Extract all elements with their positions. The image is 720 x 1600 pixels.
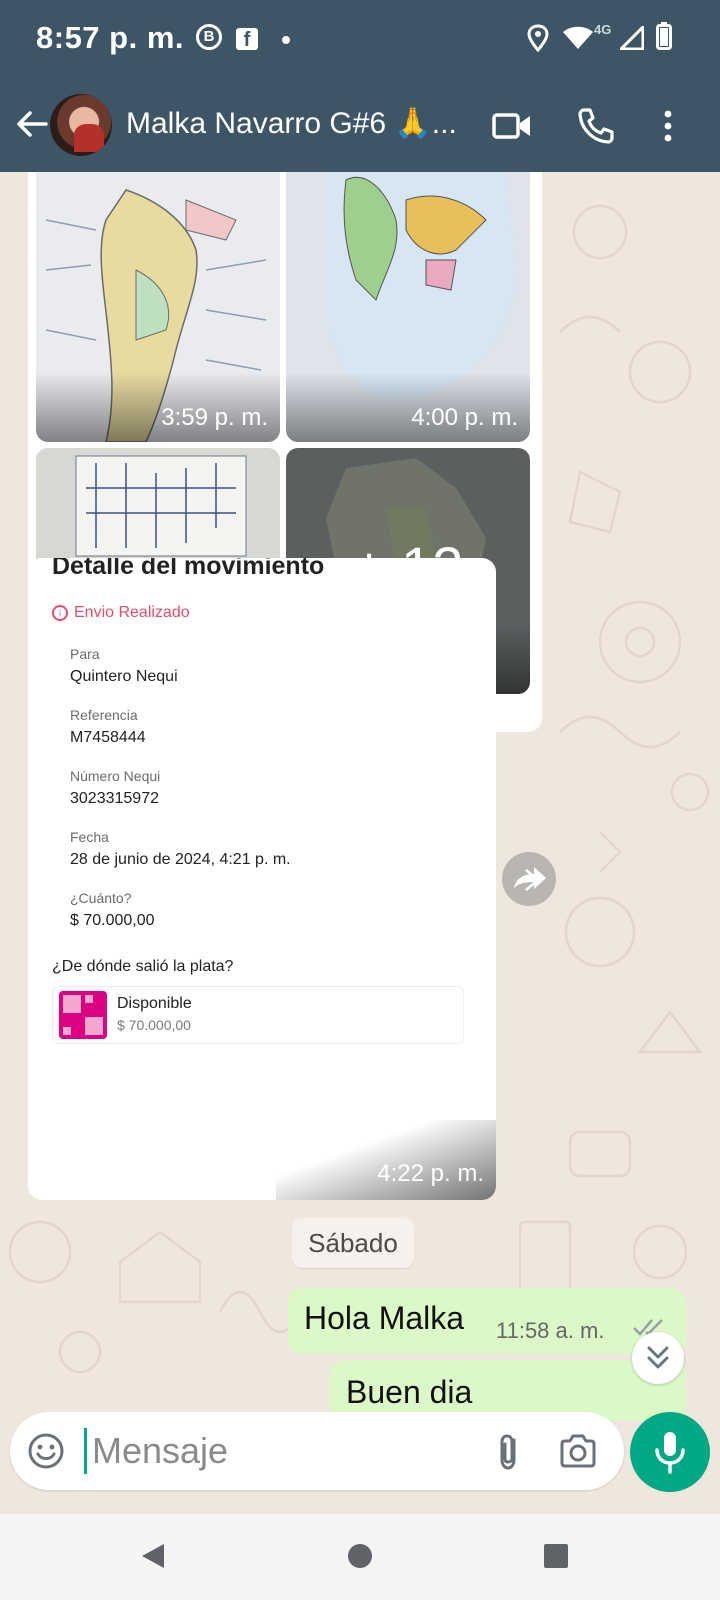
day-separator: Sábado	[292, 1218, 414, 1268]
receipt-title: Detalle del movimiento	[52, 558, 325, 580]
avatar[interactable]	[50, 94, 112, 156]
media-timestamp: 4:22 p. m.	[377, 1160, 484, 1187]
phone-call-icon[interactable]	[574, 104, 618, 148]
nequi-pocket-icon	[59, 991, 107, 1039]
outgoing-message[interactable]: Hola Malka 11:58 a. m.	[288, 1288, 686, 1354]
back-arrow-icon[interactable]	[12, 104, 52, 144]
more-options-icon[interactable]	[646, 104, 690, 148]
chat-area[interactable]: 3:59 p. m. 4:00 p. m. 4:03 p. m. + 12 De…	[0, 172, 720, 1420]
receipt-source-name: Disponible	[117, 995, 192, 1012]
microphone-icon[interactable]	[630, 1412, 710, 1492]
forward-icon[interactable]	[502, 852, 556, 906]
receipt-field-label: Referencia	[70, 707, 138, 723]
receipt-status: ↓ Envio Realizado	[52, 604, 190, 622]
location-icon	[527, 24, 549, 52]
receipt-source-card: Disponible $ 70.000,00	[52, 986, 464, 1044]
notification-dot-icon	[282, 36, 290, 44]
media-timestamp: 3:59 p. m.	[161, 404, 268, 431]
video-call-icon[interactable]	[490, 104, 534, 148]
b-badge-icon: B	[196, 24, 222, 50]
scroll-down-icon[interactable]	[632, 1332, 684, 1384]
status-time: 8:57 p. m.	[36, 20, 184, 55]
nav-recents-icon[interactable]	[536, 1536, 576, 1576]
receipt-source-amount: $ 70.000,00	[117, 1017, 191, 1033]
receipt-field-label: ¿Cuánto?	[70, 890, 132, 906]
outgoing-message[interactable]: Buen dia	[330, 1360, 686, 1420]
nav-back-icon[interactable]	[134, 1536, 174, 1576]
receipt-field-label: Número Nequi	[70, 768, 161, 784]
wifi-icon	[563, 26, 593, 49]
message-time: 11:58 a. m.	[496, 1318, 605, 1343]
emoji-icon[interactable]	[26, 1431, 66, 1471]
message-text: Hola Malka	[304, 1300, 465, 1336]
receipt-field-label: Fecha	[70, 829, 109, 845]
camera-icon[interactable]	[558, 1432, 598, 1470]
receipt-field-value: M7458444	[70, 729, 146, 746]
system-navigation-bar	[0, 1514, 720, 1600]
status-bar: 8:57 p. m. B f 4G	[0, 0, 720, 80]
receipt-status-label: Envio Realizado	[74, 604, 190, 621]
chat-title[interactable]: Malka Navarro G#6 🙏...	[126, 106, 457, 141]
signal-icon	[620, 26, 644, 50]
text-caret	[84, 1428, 87, 1474]
album-thumb[interactable]: 3:59 p. m.	[36, 172, 280, 442]
chat-header: Malka Navarro G#6 🙏...	[0, 80, 720, 172]
world-map-drawing-image	[326, 172, 516, 400]
receipt-field-value: 3023315972	[70, 790, 159, 807]
message-input[interactable]	[92, 1424, 472, 1478]
map-drawing-image	[45, 189, 267, 442]
network-type: 4G	[594, 22, 612, 37]
media-timestamp: 4:00 p. m.	[411, 404, 518, 431]
receipt-field-label: Para	[70, 646, 100, 662]
message-text: Buen dia	[346, 1374, 473, 1410]
message-composer	[0, 1412, 720, 1492]
nav-home-icon[interactable]	[340, 1536, 380, 1576]
arrow-down-circle-icon: ↓	[52, 605, 68, 621]
media-timestamp: 4:03 p. m.	[161, 656, 268, 683]
battery-icon	[656, 22, 672, 50]
receipt-field-value: 28 de junio de 2024, 4:21 p. m.	[70, 851, 291, 868]
receipt-source-label: ¿De dónde salió la plata?	[52, 958, 234, 975]
more-media-count: + 12	[352, 535, 464, 598]
album-thumb[interactable]: 4:00 p. m.	[286, 172, 530, 442]
receipt-image-bubble[interactable]: Detalle del movimiento ↓ Envio Realizado…	[28, 558, 496, 1200]
receipt-field-value: $ 70.000,00	[70, 912, 155, 929]
facebook-icon: f	[236, 28, 258, 51]
message-input-pill[interactable]	[10, 1412, 624, 1490]
attach-icon[interactable]	[490, 1432, 526, 1472]
